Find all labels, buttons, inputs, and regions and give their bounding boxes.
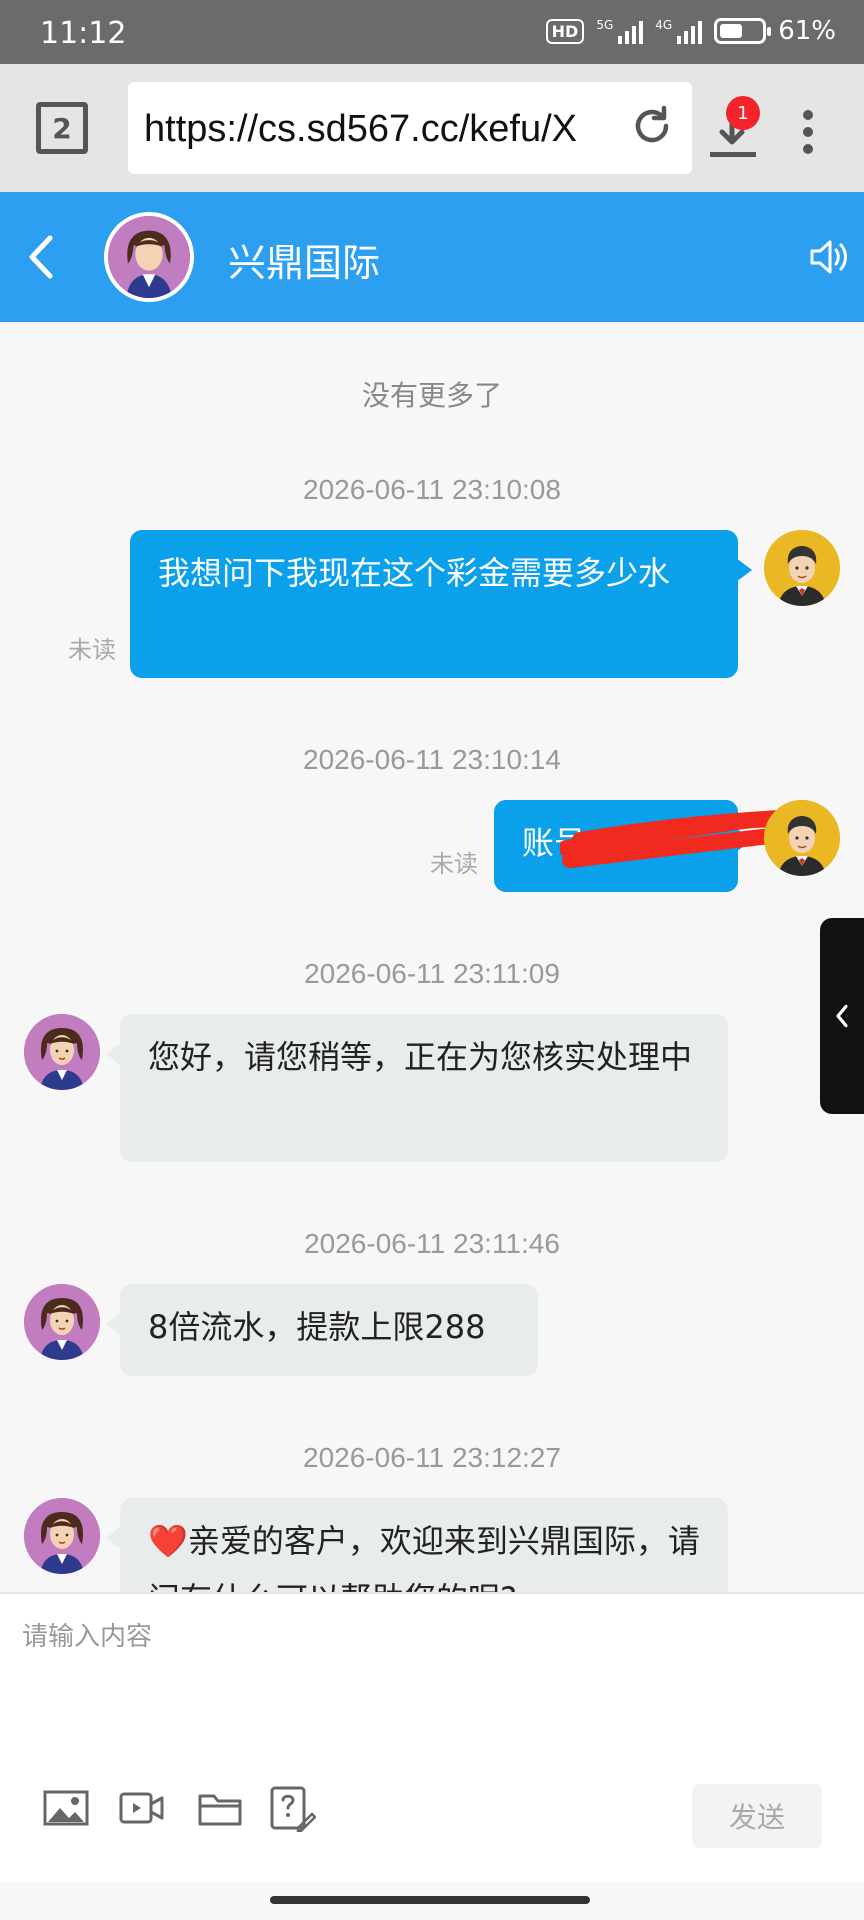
no-more-label: 没有更多了	[361, 379, 502, 412]
chat-header: 兴鼎国际	[0, 192, 864, 322]
image-icon[interactable]	[42, 1784, 90, 1832]
agent-message-bubble[interactable]: 您好，请您稍等，正在为您核实处理中	[106, 1014, 728, 1162]
address-bar[interactable]: https://cs.sd567.cc/kefu/X	[128, 82, 692, 174]
side-panel-toggle[interactable]	[820, 918, 864, 1114]
chevron-left-icon	[836, 1004, 848, 1028]
agent-message-bubble[interactable]: 8倍流水，提款上限288	[106, 1284, 538, 1376]
message-timestamp: 2026-06-11 23:11:46	[304, 1228, 560, 1259]
agent-avatar	[104, 212, 194, 302]
status-time: 11:12	[40, 16, 127, 51]
agent-avatar	[24, 1284, 100, 1360]
agent-avatar	[24, 1014, 100, 1090]
download-badge: 1	[726, 96, 760, 130]
signal-5g-icon: 5G	[596, 18, 644, 44]
reload-icon[interactable]	[630, 104, 674, 148]
agent-message-bubble[interactable]: ❤️亲爱的客户，欢迎来到兴鼎国际，请问有什么可以帮助您的呢?	[106, 1498, 728, 1592]
back-arrow-icon[interactable]	[22, 232, 58, 282]
url-text[interactable]: https://cs.sd567.cc/kefu/X	[144, 108, 624, 151]
signal-4g-icon: 4G	[655, 18, 703, 44]
speaker-icon[interactable]	[808, 234, 852, 280]
browser-toolbar: 2 https://cs.sd567.cc/kefu/X 1	[0, 64, 864, 192]
tab-switcher-button[interactable]: 2	[36, 102, 88, 154]
unread-label: 未读	[68, 636, 116, 664]
send-button[interactable]: 发送	[692, 1784, 822, 1848]
user-message-bubble[interactable]: 我想问下我现在这个彩金需要多少水	[130, 530, 752, 678]
composer-toolbar: 发送	[0, 1774, 864, 1874]
battery-percent: 61%	[778, 16, 836, 46]
unread-label: 未读	[430, 850, 478, 878]
message-input[interactable]	[0, 1594, 864, 1774]
chat-messages[interactable]: 没有更多了 2026-06-11 23:10:08 未读 我想问下我现在这个彩金…	[0, 322, 864, 1592]
video-icon[interactable]	[118, 1784, 166, 1832]
user-avatar	[764, 530, 840, 606]
message-timestamp: 2026-06-11 23:11:09	[304, 958, 560, 989]
user-avatar	[764, 800, 840, 876]
message-timestamp: 2026-06-11 23:10:14	[303, 744, 561, 775]
agent-avatar	[24, 1498, 100, 1574]
download-button[interactable]: 1	[704, 96, 760, 164]
hd-icon: HD	[545, 18, 585, 44]
folder-icon[interactable]	[196, 1784, 244, 1832]
browser-menu-icon[interactable]	[800, 110, 816, 154]
status-bar: 11:12 HD 5G 4G 61%	[0, 0, 864, 64]
message-composer: 发送	[0, 1592, 864, 1882]
status-icons: HD 5G 4G 61%	[545, 16, 836, 46]
faq-icon[interactable]	[268, 1784, 316, 1832]
battery-icon	[714, 18, 772, 44]
message-timestamp: 2026-06-11 23:12:27	[303, 1442, 561, 1473]
chat-title: 兴鼎国际	[228, 241, 381, 285]
gesture-nav-bar[interactable]	[270, 1896, 590, 1904]
message-timestamp: 2026-06-11 23:10:08	[303, 474, 561, 505]
